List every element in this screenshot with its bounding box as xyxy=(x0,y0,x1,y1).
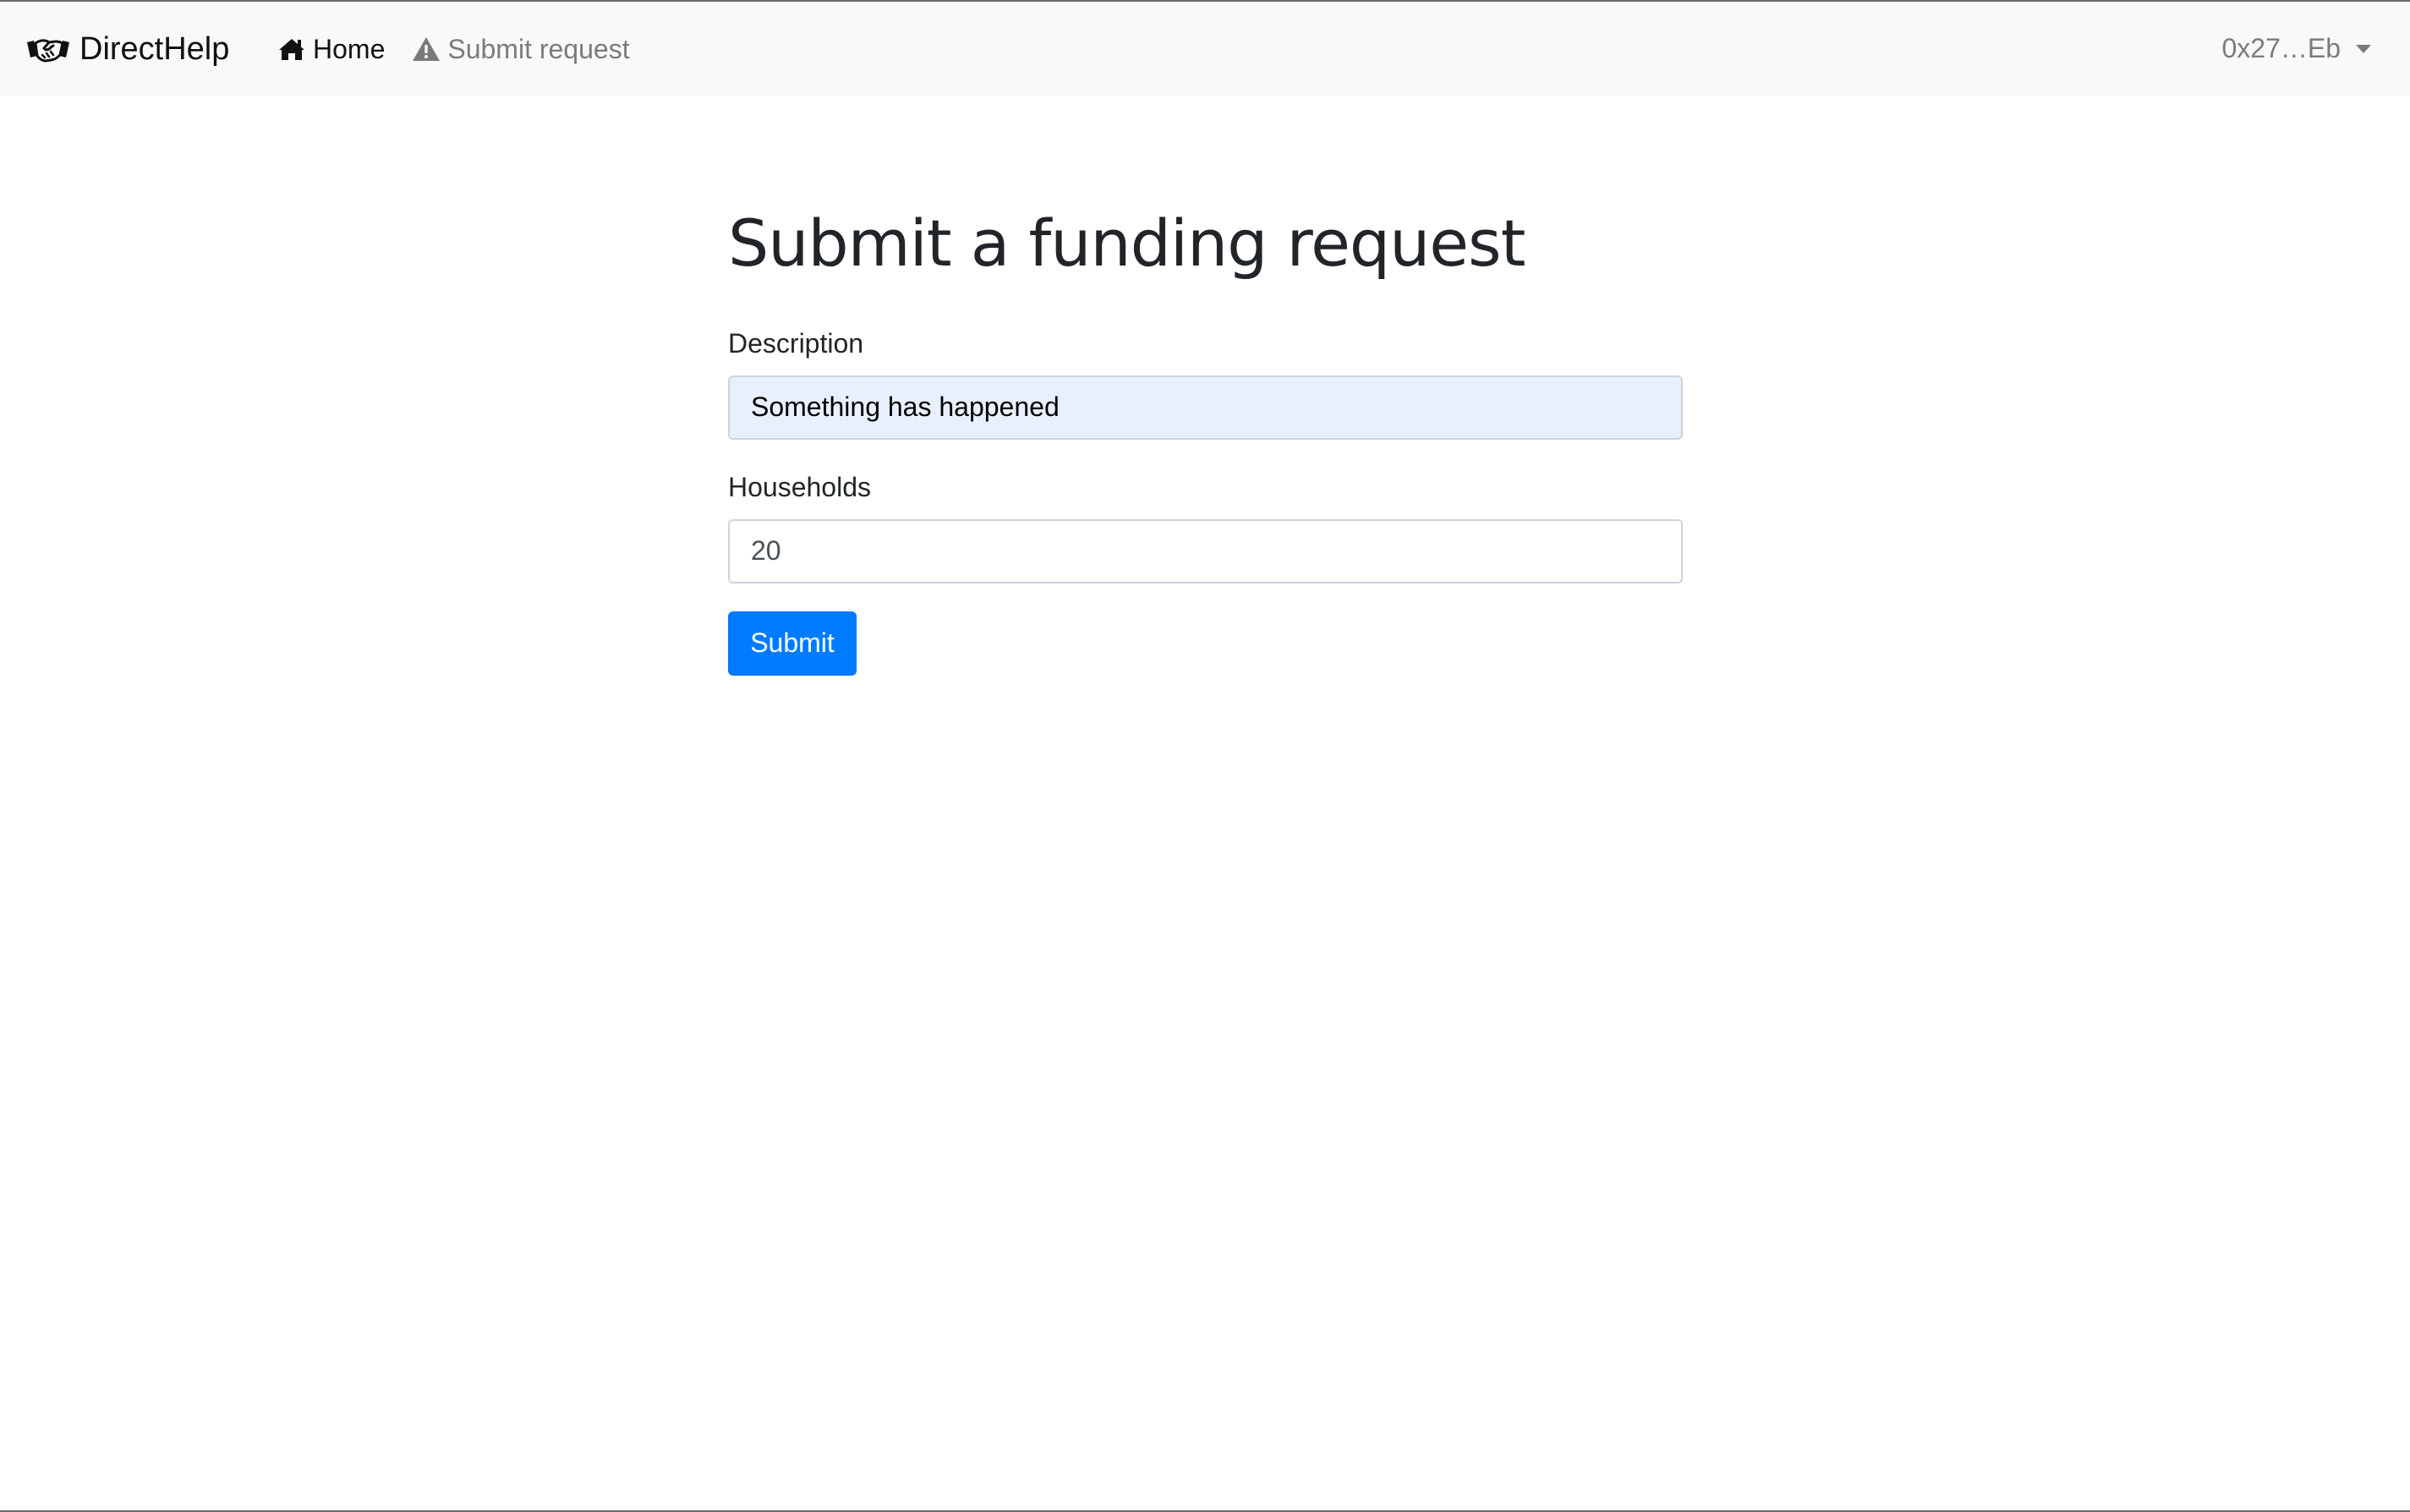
brand-link[interactable]: DirectHelp xyxy=(25,2,229,96)
households-label: Households xyxy=(728,471,871,502)
warning-icon xyxy=(412,36,441,63)
nav-submit-request-label: Submit request xyxy=(447,33,630,64)
nav-home-link[interactable]: Home xyxy=(277,36,385,63)
funding-request-form: Submit a funding request Description Hou… xyxy=(728,208,1683,676)
nav-home-label: Home xyxy=(313,33,386,64)
navbar: DirectHelp Home Submit request 0x27…Eb xyxy=(0,2,2410,96)
description-input[interactable] xyxy=(728,375,1683,440)
description-label: Description xyxy=(728,327,864,359)
handshake-icon xyxy=(25,32,71,66)
account-address: 0x27…Eb xyxy=(2221,33,2341,63)
households-input[interactable] xyxy=(728,518,1683,583)
home-icon xyxy=(277,36,306,63)
app-window: DirectHelp Home Submit request 0x27…Eb S… xyxy=(0,0,2410,1512)
nav-submit-request-link[interactable]: Submit request xyxy=(412,33,630,64)
caret-down-icon xyxy=(2356,44,2371,53)
submit-button[interactable]: Submit xyxy=(728,611,857,676)
account-dropdown[interactable]: 0x27…Eb xyxy=(2221,2,2371,96)
main-nav: Home Submit request xyxy=(277,2,657,96)
page-title: Submit a funding request xyxy=(728,205,1525,281)
brand-name: DirectHelp xyxy=(79,30,230,67)
